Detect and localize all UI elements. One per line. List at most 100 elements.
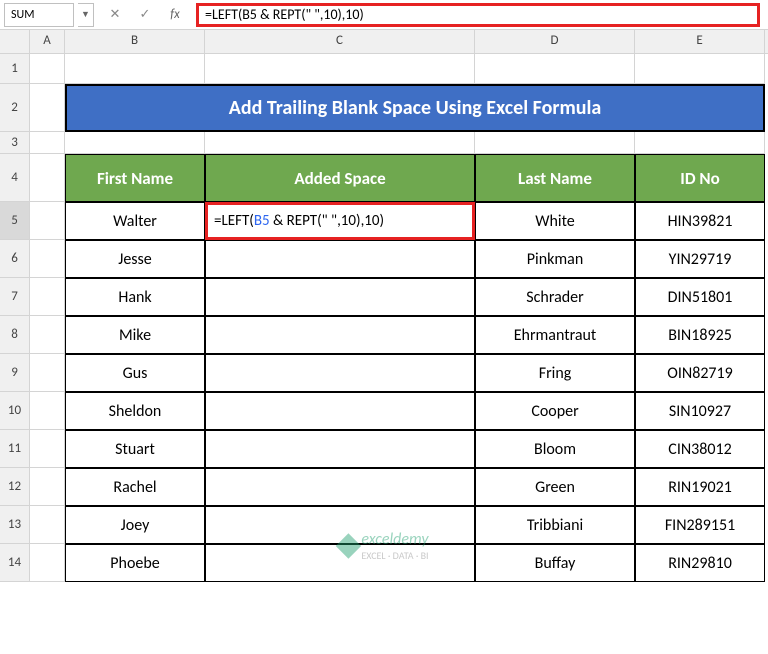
cell-last-name[interactable]: White (475, 202, 635, 240)
cell-first-name[interactable]: Walter (65, 202, 205, 240)
table-row: Hank Schrader DIN51801 (30, 278, 765, 316)
cell-last-name[interactable]: Green (475, 468, 635, 506)
cell[interactable] (65, 54, 205, 84)
cell[interactable] (30, 132, 65, 154)
row-header[interactable]: 2 (0, 84, 30, 132)
cell-id[interactable]: FIN289151 (635, 506, 765, 544)
cell[interactable] (205, 54, 475, 84)
cell[interactable] (65, 132, 205, 154)
row-headers: 1 2 3 4 5 6 7 8 9 10 11 12 13 14 (0, 54, 30, 582)
row-header[interactable]: 12 (0, 468, 30, 506)
table-header-id-no[interactable]: ID No (635, 154, 765, 202)
fx-icon[interactable]: fx (166, 7, 184, 22)
cell[interactable] (205, 132, 475, 154)
cell-last-name[interactable]: Bloom (475, 430, 635, 468)
cell[interactable] (30, 278, 65, 316)
cell[interactable] (30, 430, 65, 468)
table-header-last-name[interactable]: Last Name (475, 154, 635, 202)
cell[interactable] (30, 544, 65, 582)
cell-added[interactable] (205, 278, 475, 316)
cell-first-name[interactable]: Joey (65, 506, 205, 544)
cells-area: Add Trailing Blank Space Using Excel For… (30, 54, 765, 582)
cell[interactable] (30, 354, 65, 392)
table-header-added-space[interactable]: Added Space (205, 154, 475, 202)
table-header-first-name[interactable]: First Name (65, 154, 205, 202)
cell[interactable] (30, 506, 65, 544)
formula-bar: SUM ▼ ✕ ✓ fx (0, 0, 768, 30)
cancel-icon[interactable]: ✕ (106, 7, 124, 22)
cell-added[interactable] (205, 316, 475, 354)
cell-first-name[interactable]: Jesse (65, 240, 205, 278)
cell-id[interactable]: DIN51801 (635, 278, 765, 316)
cell-added[interactable] (205, 354, 475, 392)
cell-first-name[interactable]: Stuart (65, 430, 205, 468)
cell-last-name[interactable]: Schrader (475, 278, 635, 316)
cell[interactable] (30, 240, 65, 278)
table-row: Rachel Green RIN19021 (30, 468, 765, 506)
cell-last-name[interactable]: Buffay (475, 544, 635, 582)
name-box[interactable]: SUM (4, 3, 74, 27)
col-header-c[interactable]: C (205, 30, 475, 53)
row-header[interactable]: 9 (0, 354, 30, 392)
cell-id[interactable]: YIN29719 (635, 240, 765, 278)
name-box-dropdown[interactable]: ▼ (78, 3, 94, 27)
cell-first-name[interactable]: Hank (65, 278, 205, 316)
select-all-corner[interactable] (0, 30, 30, 53)
cell-id[interactable]: RIN19021 (635, 468, 765, 506)
cell[interactable] (30, 154, 65, 202)
cell-last-name[interactable]: Tribbiani (475, 506, 635, 544)
row-header[interactable]: 6 (0, 240, 30, 278)
cell-id[interactable]: HIN39821 (635, 202, 765, 240)
row-header[interactable]: 5 (0, 202, 30, 240)
formula-input[interactable] (205, 6, 751, 23)
cell[interactable] (475, 54, 635, 84)
cell-id[interactable]: RIN29810 (635, 544, 765, 582)
row-header[interactable]: 7 (0, 278, 30, 316)
col-header-a[interactable]: A (30, 30, 65, 53)
page-title[interactable]: Add Trailing Blank Space Using Excel For… (65, 84, 765, 132)
cell-id[interactable]: BIN18925 (635, 316, 765, 354)
cell-first-name[interactable]: Sheldon (65, 392, 205, 430)
spreadsheet-grid: A B C D E 1 2 3 4 5 6 7 8 9 10 11 12 13 … (0, 30, 768, 582)
table-row: Gus Fring OIN82719 (30, 354, 765, 392)
cell-added[interactable] (205, 240, 475, 278)
cell-added[interactable] (205, 468, 475, 506)
cell[interactable] (30, 84, 65, 132)
cell-first-name[interactable]: Mike (65, 316, 205, 354)
col-header-e[interactable]: E (635, 30, 765, 53)
cell-last-name[interactable]: Ehrmantraut (475, 316, 635, 354)
row-header[interactable]: 10 (0, 392, 30, 430)
row-header[interactable]: 4 (0, 154, 30, 202)
col-header-d[interactable]: D (475, 30, 635, 53)
cell-editing[interactable]: =LEFT(B5 & REPT(" ",10),10) (205, 202, 475, 240)
row-header[interactable]: 1 (0, 54, 30, 84)
cell-first-name[interactable]: Phoebe (65, 544, 205, 582)
cell[interactable] (635, 132, 765, 154)
cell[interactable] (30, 316, 65, 354)
confirm-icon[interactable]: ✓ (136, 7, 154, 22)
cell-added[interactable] (205, 392, 475, 430)
row-header[interactable]: 8 (0, 316, 30, 354)
cell-id[interactable]: SIN10927 (635, 392, 765, 430)
cell-id[interactable]: OIN82719 (635, 354, 765, 392)
row-header[interactable]: 11 (0, 430, 30, 468)
row-header[interactable]: 3 (0, 132, 30, 154)
cell-id[interactable]: CIN38012 (635, 430, 765, 468)
cell-last-name[interactable]: Fring (475, 354, 635, 392)
cell-added[interactable] (205, 430, 475, 468)
cell[interactable] (30, 392, 65, 430)
cell-first-name[interactable]: Gus (65, 354, 205, 392)
formula-input-highlight (196, 3, 760, 27)
cell[interactable] (30, 468, 65, 506)
cell-last-name[interactable]: Cooper (475, 392, 635, 430)
watermark-brand: exceldemy (361, 530, 428, 549)
cell-first-name[interactable]: Rachel (65, 468, 205, 506)
row-header[interactable]: 13 (0, 506, 30, 544)
row-header[interactable]: 14 (0, 544, 30, 582)
cell[interactable] (30, 202, 65, 240)
cell[interactable] (30, 54, 65, 84)
cell[interactable] (635, 54, 765, 84)
cell[interactable] (475, 132, 635, 154)
col-header-b[interactable]: B (65, 30, 205, 53)
cell-last-name[interactable]: Pinkman (475, 240, 635, 278)
